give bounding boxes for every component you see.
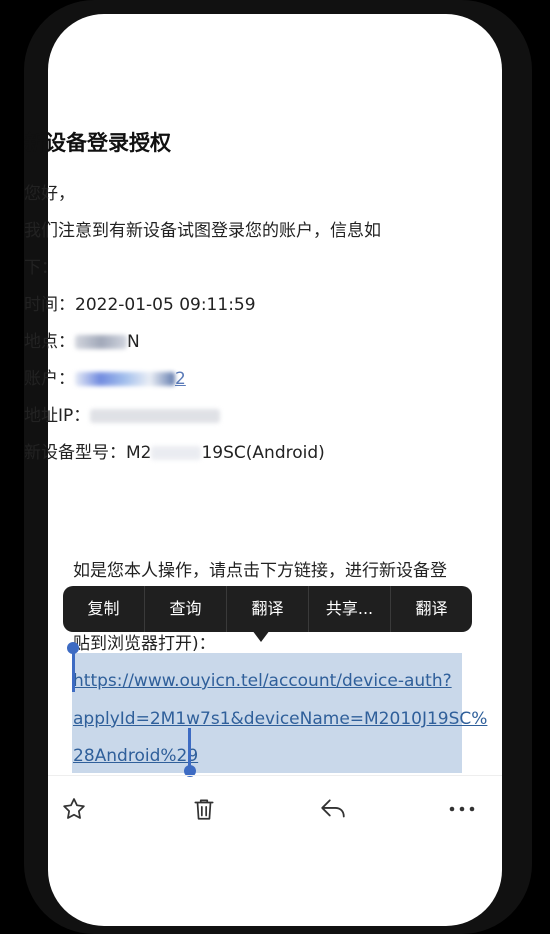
time-label: 时间： bbox=[24, 295, 75, 315]
account-suffix: 2 bbox=[175, 369, 186, 389]
location-label: 地点： bbox=[24, 332, 75, 352]
redacted-ip bbox=[90, 409, 221, 423]
menu-share[interactable]: 共享... bbox=[309, 586, 391, 632]
instruction-line: 如是您本人操作，请点击下方链接，进行新设备登 bbox=[73, 561, 447, 581]
paste-instruction-line: 贴到浏览器打开)： bbox=[73, 634, 216, 654]
reply-icon[interactable] bbox=[317, 793, 349, 825]
menu-translate[interactable]: 翻译 bbox=[227, 586, 309, 632]
email-title: 新设备登录授权 bbox=[24, 131, 171, 155]
model-prefix: M2 bbox=[126, 443, 152, 463]
redacted-model bbox=[151, 446, 202, 460]
intro-line-2: 下： bbox=[24, 258, 58, 278]
menu-copy[interactable]: 复制 bbox=[63, 586, 145, 632]
ip-row: 地址IP： bbox=[24, 398, 444, 435]
text-context-menu: 复制 查询 翻译 共享... 翻译 bbox=[63, 586, 472, 632]
model-label: 新设备型号： bbox=[24, 443, 126, 463]
device-auth-link-line-3[interactable]: 28Android%29 bbox=[73, 745, 198, 767]
email-body: 新设备登录授权 您好， 我们注意到有新设备试图登录您的账户，信息如 下： 时间：… bbox=[24, 128, 444, 472]
menu-translate-2[interactable]: 翻译 bbox=[391, 586, 472, 632]
menu-lookup[interactable]: 查询 bbox=[145, 586, 227, 632]
greeting: 您好， bbox=[24, 184, 75, 204]
selection-end-bar bbox=[188, 728, 191, 768]
selection-start-handle[interactable] bbox=[67, 642, 79, 654]
account-row: 账户： 2 bbox=[24, 361, 444, 398]
context-menu-pointer bbox=[252, 630, 270, 642]
device-auth-link-line-1[interactable]: https://www.ouyicn.tel/account/device-au… bbox=[73, 670, 452, 692]
trash-icon[interactable] bbox=[188, 793, 220, 825]
intro-line-1: 我们注意到有新设备试图登录您的账户，信息如 bbox=[24, 221, 381, 241]
redacted-account bbox=[75, 372, 175, 386]
account-label: 账户： bbox=[24, 369, 75, 389]
more-icon[interactable] bbox=[446, 793, 478, 825]
star-icon[interactable] bbox=[58, 793, 90, 825]
time-value: 2022-01-05 09:11:59 bbox=[75, 295, 256, 315]
model-suffix: 19SC(Android) bbox=[201, 443, 325, 463]
device-auth-link-line-2[interactable]: applyId=2M1w7s1&deviceName=M2010J19SC% bbox=[73, 708, 487, 730]
toolbar-divider bbox=[48, 775, 502, 776]
time-row: 时间：2022-01-05 09:11:59 bbox=[24, 287, 444, 324]
location-row: 地点： N bbox=[24, 324, 444, 361]
selection-start-bar bbox=[72, 650, 75, 692]
ip-label: 地址IP： bbox=[24, 406, 91, 426]
redacted-location bbox=[75, 335, 127, 349]
location-suffix: N bbox=[127, 332, 140, 352]
model-row: 新设备型号：M2 19SC(Android) bbox=[24, 435, 444, 472]
